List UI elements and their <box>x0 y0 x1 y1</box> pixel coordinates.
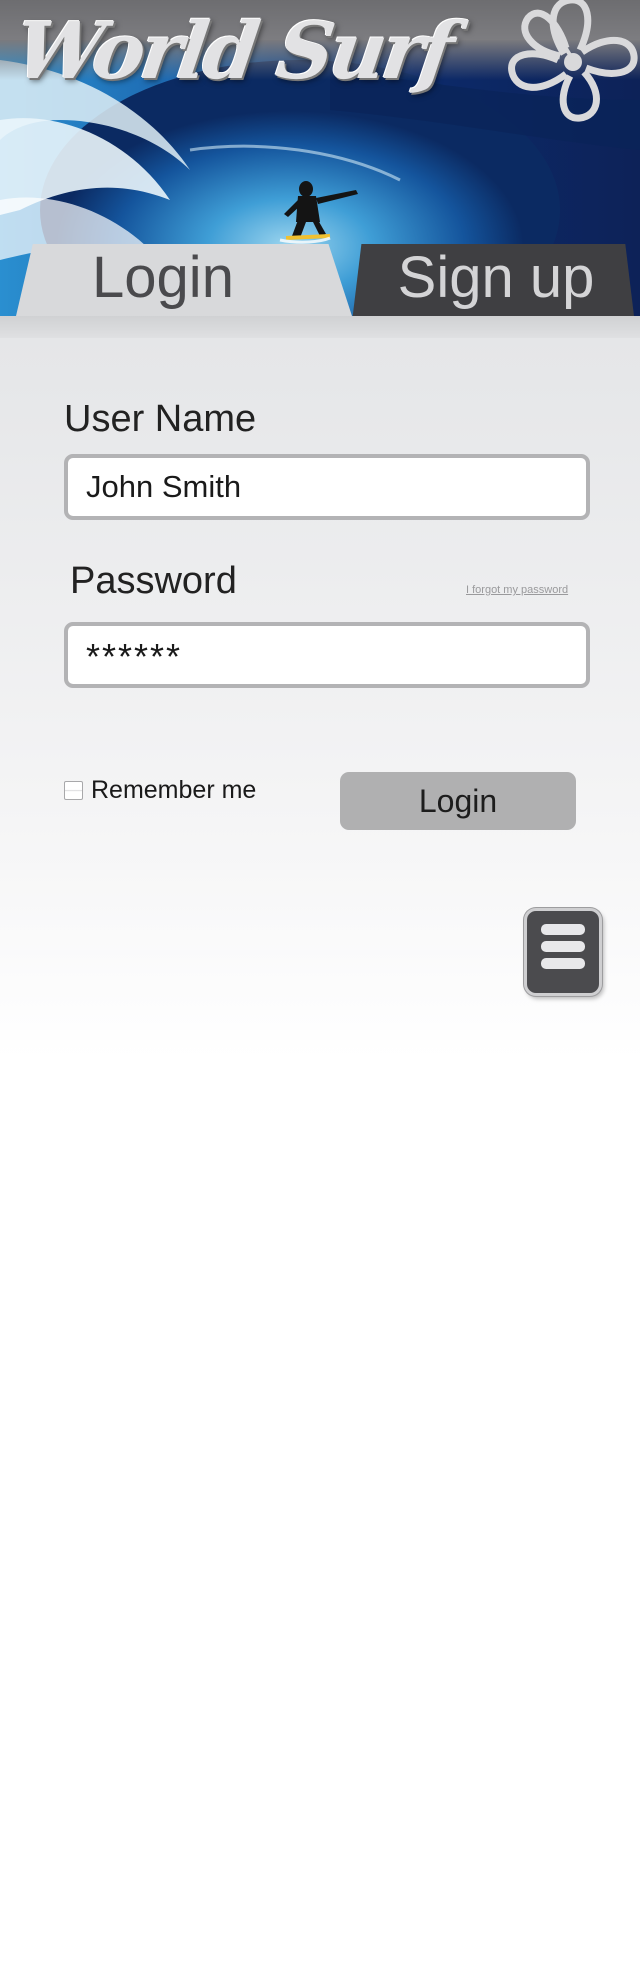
username-label: User Name <box>64 398 257 440</box>
menu-button[interactable] <box>524 908 602 996</box>
hamburger-menu-icon <box>541 924 585 935</box>
password-label: Password <box>70 560 237 602</box>
tab-signup-label: Sign up <box>397 245 595 310</box>
tab-login-label: Login <box>92 245 234 310</box>
remember-me-checkbox[interactable] <box>64 781 83 800</box>
hamburger-bar <box>541 941 585 952</box>
password-value: ****** <box>86 636 183 677</box>
username-value: John Smith <box>86 469 242 504</box>
hibiscus-flower-icon <box>508 0 638 122</box>
tab-login[interactable]: Login <box>16 244 352 316</box>
tab-content-top-band <box>0 316 640 338</box>
hamburger-bar <box>541 958 585 969</box>
header-banner: World Surf Login Sign up <box>0 0 640 318</box>
login-button[interactable]: Login <box>340 772 576 830</box>
world-surf-logo: World Surf <box>9 6 456 97</box>
login-page: World Surf Login Sign up User Name John … <box>0 0 640 1979</box>
remember-me-checkbox-group[interactable]: Remember me <box>64 776 256 805</box>
username-input[interactable]: John Smith <box>64 454 590 520</box>
tab-signup[interactable]: Sign up <box>352 244 634 316</box>
forgot-password-link[interactable]: I forgot my password <box>466 584 568 596</box>
password-input[interactable]: ****** <box>64 622 590 688</box>
remember-me-label: Remember me <box>91 776 257 804</box>
